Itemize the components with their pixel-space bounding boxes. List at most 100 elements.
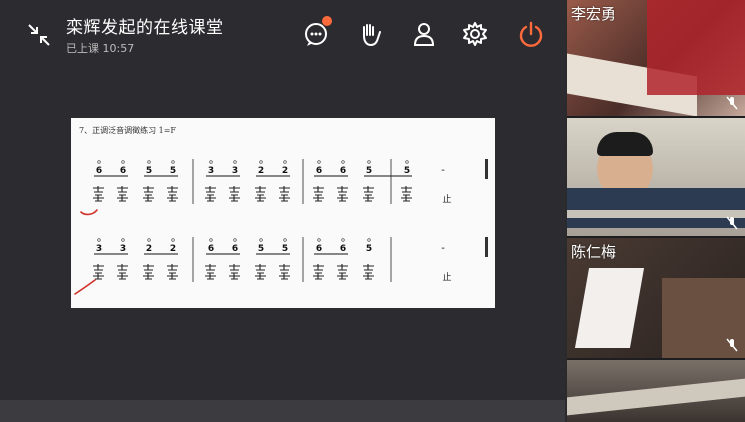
jianzi-glyph (93, 264, 104, 280)
note-digit: 5 (170, 166, 176, 176)
jianzi-glyph (401, 186, 412, 202)
note-digit: 6 (316, 166, 322, 176)
jianzi-glyph (93, 186, 104, 202)
class-status: 已上课 10:57 (66, 40, 134, 56)
members-icon[interactable] (410, 20, 438, 48)
harmonic-dot (341, 160, 345, 164)
harmonic-dot (233, 238, 237, 242)
note-digit: 5 (366, 166, 372, 176)
note-digit: 5 (146, 166, 152, 176)
dash-mark: - (441, 165, 445, 176)
jianzi-stroke (205, 186, 216, 202)
harmonic-dot (171, 160, 175, 164)
harmonic-dot (341, 238, 345, 242)
note-digit: 5 (366, 244, 372, 254)
participant-tile[interactable] (567, 118, 745, 236)
note-digit: 5 (258, 244, 264, 254)
classroom-main: 栾辉发起的在线课堂 已上课 10:57 7、正调泛音调徵练习 1=F 6 6 5… (0, 0, 565, 422)
jianzi-glyph (255, 264, 266, 280)
note-digit: 5 (282, 244, 288, 254)
score-notation: 6 6 5 5 3 3 2 2 6 6 5 5 - 止 3 3 2 2 6 6 5 5 6 6 5 - 止 (74, 159, 488, 295)
jianzi-stroke (143, 264, 154, 280)
power-icon[interactable] (517, 20, 545, 48)
jianzi-glyph (167, 264, 178, 280)
jianzi-glyph (337, 186, 348, 202)
harmonic-dot (171, 238, 175, 242)
jianzi-glyph (255, 186, 266, 202)
mic-muted-icon[interactable] (725, 96, 739, 110)
note-digit: 3 (232, 166, 238, 176)
red-annotation-mark (74, 279, 96, 295)
jianzi-stroke (229, 186, 240, 202)
jianzi-glyph (363, 264, 374, 280)
jianzi-stroke (255, 186, 266, 202)
chat-badge (322, 16, 332, 26)
note-digit: 2 (258, 166, 264, 176)
jianzi-glyph (313, 264, 324, 280)
note-digit: 6 (96, 166, 102, 176)
note-digit: 2 (146, 244, 152, 254)
harmonic-dot (209, 238, 213, 242)
jianzi-glyph (117, 186, 128, 202)
jianzi-stroke (167, 264, 178, 280)
jianzi-glyph (143, 264, 154, 280)
harmonic-dot (97, 238, 101, 242)
note-digit: 3 (208, 166, 214, 176)
red-annotation-mark (80, 209, 98, 216)
jianzi-stroke (337, 186, 348, 202)
jianzi-glyph (363, 186, 374, 202)
harmonic-dot (259, 160, 263, 164)
note-digit: 3 (120, 244, 126, 254)
participant-tile[interactable] (567, 360, 745, 422)
raise-hand-icon[interactable] (356, 20, 384, 48)
mic-muted-icon[interactable] (725, 338, 739, 352)
jianzi-stroke (117, 186, 128, 202)
jianzi-stroke (363, 264, 374, 280)
jianzi-stroke (279, 186, 290, 202)
harmonic-dot (405, 160, 409, 164)
jianzi-glyph (229, 264, 240, 280)
end-mark: 止 (442, 193, 451, 205)
jianzi-glyph (143, 186, 154, 202)
participant-name: 李宏勇 (571, 5, 617, 23)
participant-name: 陈仁梅 (571, 243, 617, 261)
dash-mark: - (441, 243, 445, 254)
jianzi-glyph (313, 186, 324, 202)
harmonic-dot (97, 160, 101, 164)
note-digit: 6 (208, 244, 214, 254)
bottom-bar (0, 400, 565, 422)
jianzi-glyph (205, 186, 216, 202)
jianzi-stroke (167, 186, 178, 202)
jianzi-stroke (337, 264, 348, 280)
note-digit: 6 (340, 244, 346, 254)
collapse-icon[interactable] (26, 22, 52, 48)
harmonic-dot (367, 160, 371, 164)
participant-tile[interactable]: 陈仁梅 (567, 238, 745, 358)
jianzi-stroke (205, 264, 216, 280)
jianzi-glyph (167, 186, 178, 202)
participant-tiles: 李宏勇 陈仁梅 (567, 0, 745, 422)
note-digit: 6 (316, 244, 322, 254)
note-digit: 6 (232, 244, 238, 254)
jianzi-stroke (363, 186, 374, 202)
harmonic-dot (121, 238, 125, 242)
mic-muted-icon[interactable] (725, 216, 739, 230)
final-bar (485, 237, 488, 257)
end-mark: 止 (442, 271, 451, 283)
status-prefix: 已上课 (66, 42, 99, 55)
harmonic-dot (147, 238, 151, 242)
class-title: 栾辉发起的在线课堂 (66, 18, 224, 38)
note-digit: 2 (282, 166, 288, 176)
participant-tile[interactable]: 李宏勇 (567, 0, 745, 116)
jianzi-glyph (279, 264, 290, 280)
harmonic-dot (147, 160, 151, 164)
harmonic-dot (283, 160, 287, 164)
jianzi-stroke (93, 186, 104, 202)
jianzi-stroke (313, 186, 324, 202)
note-digit: 2 (170, 244, 176, 254)
jianzi-stroke (143, 186, 154, 202)
jianzi-stroke (229, 264, 240, 280)
jianzi-stroke (401, 186, 412, 202)
settings-icon[interactable] (461, 20, 489, 48)
harmonic-dot (317, 160, 321, 164)
